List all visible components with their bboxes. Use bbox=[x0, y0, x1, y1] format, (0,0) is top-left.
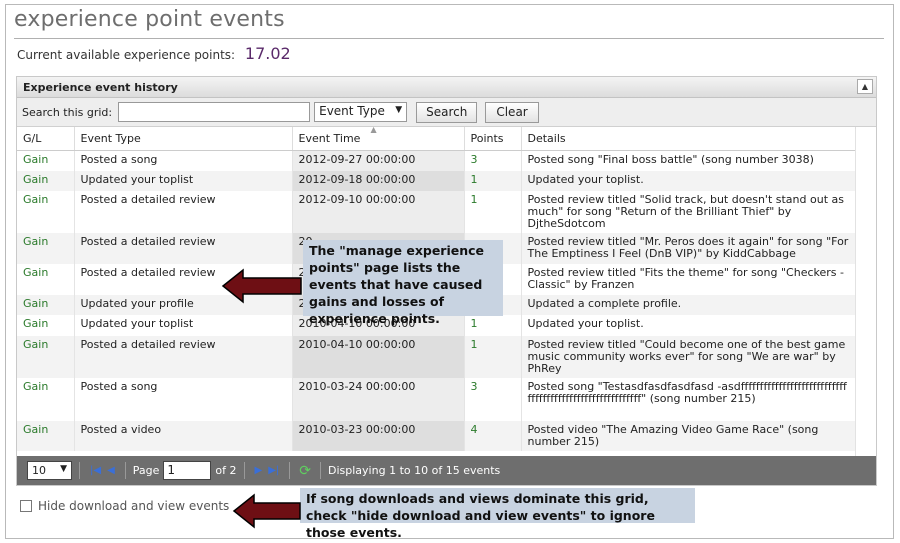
hide-events-checkbox[interactable] bbox=[20, 500, 32, 512]
page-number-input[interactable]: 1 bbox=[163, 461, 212, 480]
page-label: Page bbox=[132, 464, 160, 477]
filter-selected-value: Event Type bbox=[319, 104, 385, 118]
clear-button[interactable]: Clear bbox=[485, 101, 539, 123]
last-page-icon[interactable]: ▶| bbox=[268, 465, 279, 476]
search-button[interactable]: Search bbox=[416, 101, 478, 123]
column-header-event-type[interactable]: Event Type bbox=[74, 127, 293, 151]
chevron-down-icon: ▼ bbox=[60, 464, 67, 474]
pager-divider bbox=[289, 462, 291, 479]
filter-select[interactable]: Event Type ▼ bbox=[314, 102, 408, 122]
page-size-select[interactable]: 10 ▼ bbox=[27, 461, 72, 480]
grid-title: Experience event history bbox=[23, 81, 178, 94]
pager-status: Displaying 1 to 10 of 15 events bbox=[328, 464, 501, 477]
hide-events-label: Hide download and view events bbox=[38, 499, 230, 513]
grid-scrollbar[interactable] bbox=[855, 129, 876, 457]
grid-pager: 10 ▼ |◀ ◀ Page 1 of 2 ▶ ▶| ⟳ Displaying … bbox=[17, 456, 876, 485]
pager-divider bbox=[320, 462, 322, 479]
page-count: of 2 bbox=[215, 464, 237, 477]
callout-manage-experience: The "manage experience points" page list… bbox=[303, 240, 503, 326]
xp-value: 17.02 bbox=[244, 44, 291, 63]
table-row[interactable]: Gain Posted a detailed review 2010-04-10… bbox=[17, 336, 856, 378]
pager-divider bbox=[124, 462, 126, 479]
first-page-icon[interactable]: |◀ bbox=[90, 465, 101, 476]
grid-toolbar: Search this grid: Event Type ▼ Search Cl… bbox=[17, 98, 876, 127]
xp-summary: Current available experience points: 17.… bbox=[17, 44, 291, 63]
refresh-icon[interactable]: ⟳ bbox=[299, 463, 311, 479]
collapse-icon[interactable]: ▲ bbox=[857, 79, 873, 94]
column-header-points[interactable]: Points bbox=[464, 127, 522, 151]
column-header-event-time[interactable]: ▲ Event Time bbox=[292, 125, 465, 151]
search-input[interactable] bbox=[118, 102, 311, 122]
table-row[interactable]: Gain Posted a detailed review 2012-09-10… bbox=[17, 191, 856, 233]
next-page-icon[interactable]: ▶ bbox=[255, 465, 263, 476]
search-label: Search this grid: bbox=[22, 105, 113, 119]
pager-divider bbox=[243, 462, 245, 479]
callout-arrow-icon bbox=[221, 268, 302, 304]
table-row[interactable]: Gain Posted a song 2012-09-27 00:00:00 3… bbox=[17, 150, 856, 171]
hide-events-option[interactable]: Hide download and view events bbox=[20, 499, 229, 513]
callout-hide-events: If song downloads and views dominate thi… bbox=[300, 488, 695, 540]
sort-arrow-icon: ▲ bbox=[370, 125, 377, 134]
title-divider bbox=[14, 38, 884, 39]
grid-header: Experience event history ▲ bbox=[17, 77, 876, 98]
column-header-details[interactable]: Details bbox=[521, 127, 856, 151]
table-row[interactable]: Gain Updated your toplist 2012-09-18 00:… bbox=[17, 171, 856, 191]
page-title: experience point events bbox=[14, 7, 285, 32]
pager-divider bbox=[79, 462, 80, 479]
callout-arrow-icon bbox=[232, 493, 301, 529]
column-header-gl[interactable]: G/L bbox=[17, 127, 75, 151]
table-row[interactable]: Gain Posted a video 2010-03-23 00:00:00 … bbox=[17, 421, 856, 451]
previous-page-icon[interactable]: ◀ bbox=[107, 465, 115, 476]
xp-label: Current available experience points: bbox=[17, 48, 236, 62]
table-header-row: G/L Event Type ▲ Event Time Points Detail… bbox=[17, 125, 856, 151]
table-row[interactable]: Gain Posted a song 2010-03-24 00:00:00 3… bbox=[17, 378, 856, 421]
chevron-down-icon: ▼ bbox=[395, 105, 403, 115]
